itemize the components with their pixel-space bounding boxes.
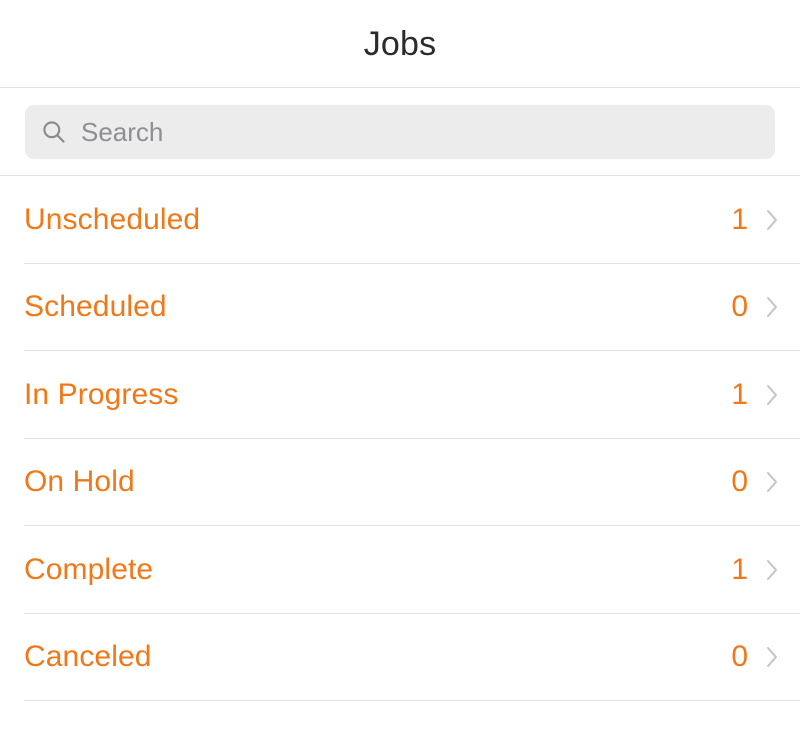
search-bar-container [0, 88, 800, 175]
list-item-label: Canceled [24, 640, 152, 674]
list-item-complete[interactable]: Complete 1 [0, 526, 800, 614]
list-item-unscheduled[interactable]: Unscheduled 1 [0, 176, 800, 264]
search-input[interactable] [81, 116, 759, 148]
list-item-count: 0 [731, 465, 748, 499]
list-item-on-hold[interactable]: On Hold 0 [0, 438, 800, 526]
search-field[interactable] [25, 105, 775, 159]
list-item-count: 0 [731, 640, 748, 674]
list-item-label: Unscheduled [24, 202, 201, 236]
chevron-right-icon [766, 471, 778, 493]
list-item-label: In Progress [24, 377, 179, 411]
page-title: Jobs [363, 24, 437, 63]
navigation-bar: Jobs [0, 0, 800, 88]
list-item-count: 1 [731, 552, 748, 586]
list-item-in-progress[interactable]: In Progress 1 [0, 351, 800, 439]
list-item-label: On Hold [24, 465, 135, 499]
jobs-screen: Jobs Unscheduled 1 Scheduled [0, 0, 800, 738]
chevron-right-icon [766, 209, 778, 231]
list-item-scheduled[interactable]: Scheduled 0 [0, 263, 800, 351]
list-item-canceled[interactable]: Canceled 0 [0, 613, 800, 701]
list-item-count: 1 [731, 202, 748, 236]
list-item-count: 1 [731, 377, 748, 411]
search-icon [41, 119, 67, 145]
chevron-right-icon [766, 559, 778, 581]
job-status-list: Unscheduled 1 Scheduled 0 In Progress 1 [0, 175, 800, 738]
chevron-right-icon [766, 646, 778, 668]
list-item-label: Complete [24, 552, 154, 586]
list-item-label: Scheduled [24, 290, 167, 324]
chevron-right-icon [766, 296, 778, 318]
chevron-right-icon [766, 384, 778, 406]
list-item-count: 0 [731, 290, 748, 324]
